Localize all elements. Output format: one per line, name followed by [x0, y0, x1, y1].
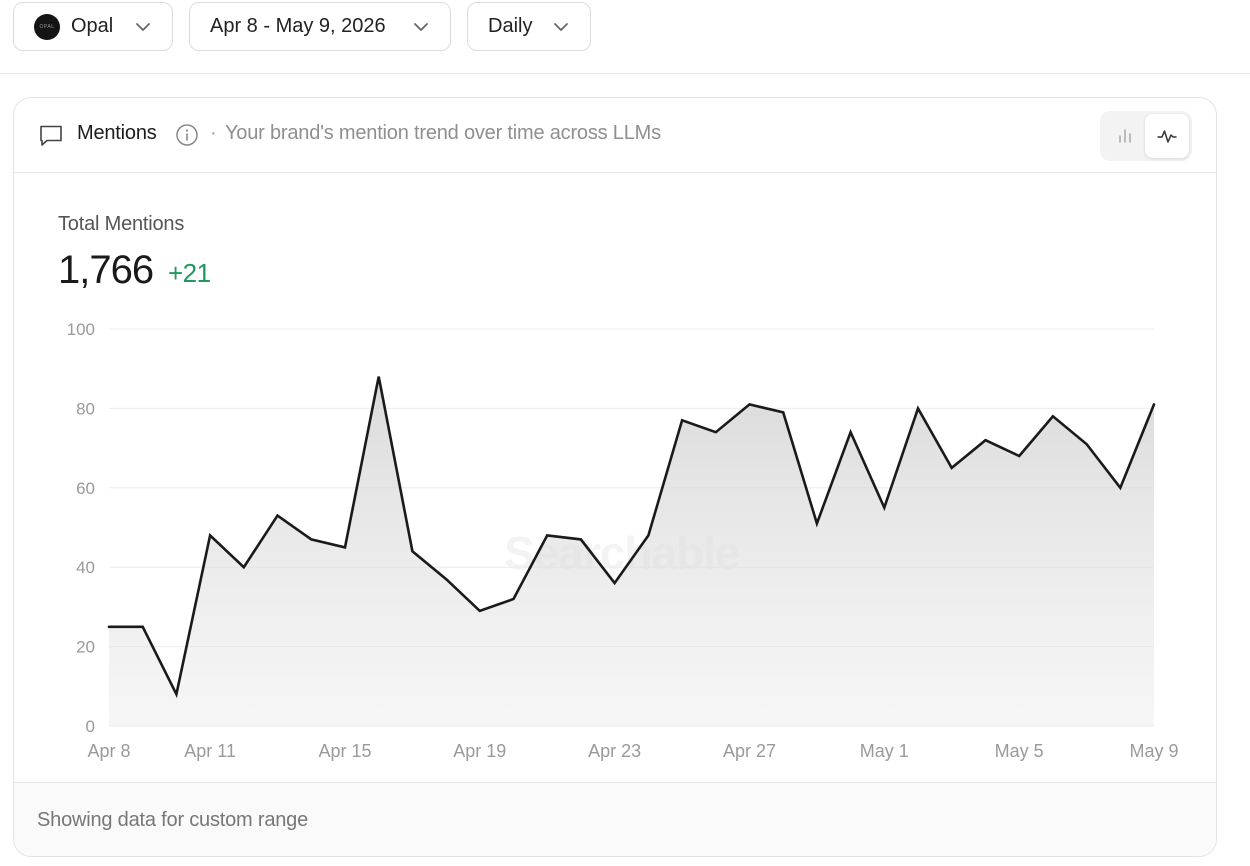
data-point [173, 691, 179, 697]
chevron-down-icon [414, 23, 428, 31]
granularity-selector[interactable]: Daily [467, 2, 591, 51]
data-point [275, 513, 281, 519]
date-range-label: Apr 8 - May 9, 2026 [210, 15, 386, 37]
brand-selector[interactable]: OPAL Opal [13, 2, 173, 51]
data-point [511, 596, 517, 602]
data-point [1117, 485, 1123, 491]
data-point [645, 532, 651, 538]
data-point [409, 548, 415, 554]
data-point [612, 580, 618, 586]
brand-logo: OPAL [34, 13, 60, 40]
data-point [207, 532, 213, 538]
x-tick-label: Apr 11 [184, 741, 236, 761]
x-tick-label: May 1 [860, 741, 909, 761]
y-tick-label: 40 [76, 558, 95, 577]
x-tick-label: Apr 23 [588, 741, 641, 761]
mentions-card: Mentions · Your brand's mention trend ov… [13, 97, 1217, 857]
x-tick-label: Apr 27 [723, 741, 776, 761]
data-point [848, 429, 854, 435]
data-point [1016, 453, 1022, 459]
x-tick-label: Apr 8 [87, 741, 130, 761]
x-tick-label: May 5 [995, 741, 1044, 761]
data-point [376, 374, 382, 380]
area-fill [109, 376, 1154, 726]
data-point [881, 505, 887, 511]
data-point [679, 417, 685, 423]
data-point [949, 465, 955, 471]
data-point [915, 405, 921, 411]
y-tick-label: 80 [76, 399, 95, 418]
chevron-down-icon [554, 23, 568, 31]
mentions-line-chart: 0 20 40 60 80 100 Apr 8 Apr 11 Apr 15 Apr 19 Apr 2… [67, 320, 1179, 761]
brand-selector-label: Opal [71, 15, 114, 37]
footer-text: Showing data for custom range [37, 809, 309, 831]
data-point [241, 564, 247, 570]
data-point [544, 532, 550, 538]
granularity-label: Daily [488, 15, 533, 37]
data-point [342, 544, 348, 550]
data-point [140, 624, 146, 630]
filter-bar: OPAL Opal Apr 8 - May 9, 2026 Daily [0, 0, 1250, 74]
y-tick-label: 60 [76, 479, 95, 498]
data-point [1084, 441, 1090, 447]
data-point [1050, 413, 1056, 419]
y-tick-label: 0 [86, 717, 95, 736]
x-tick-label: May 9 [1129, 741, 1178, 761]
data-point [982, 437, 988, 443]
data-point [308, 536, 314, 542]
data-point [1151, 401, 1157, 407]
data-point [477, 608, 483, 614]
x-tick-label: Apr 15 [318, 741, 371, 761]
chevron-down-icon [136, 23, 150, 31]
x-tick-label: Apr 19 [453, 741, 506, 761]
data-point [106, 624, 112, 630]
y-tick-label: 20 [76, 638, 95, 657]
data-point [443, 576, 449, 582]
data-point [814, 521, 820, 527]
data-point [578, 536, 584, 542]
date-range-selector[interactable]: Apr 8 - May 9, 2026 [189, 2, 451, 51]
y-tick-label: 100 [67, 320, 95, 339]
data-point [780, 409, 786, 415]
data-point [713, 429, 719, 435]
card-footer: Showing data for custom range [14, 782, 1216, 856]
data-point [746, 401, 752, 407]
